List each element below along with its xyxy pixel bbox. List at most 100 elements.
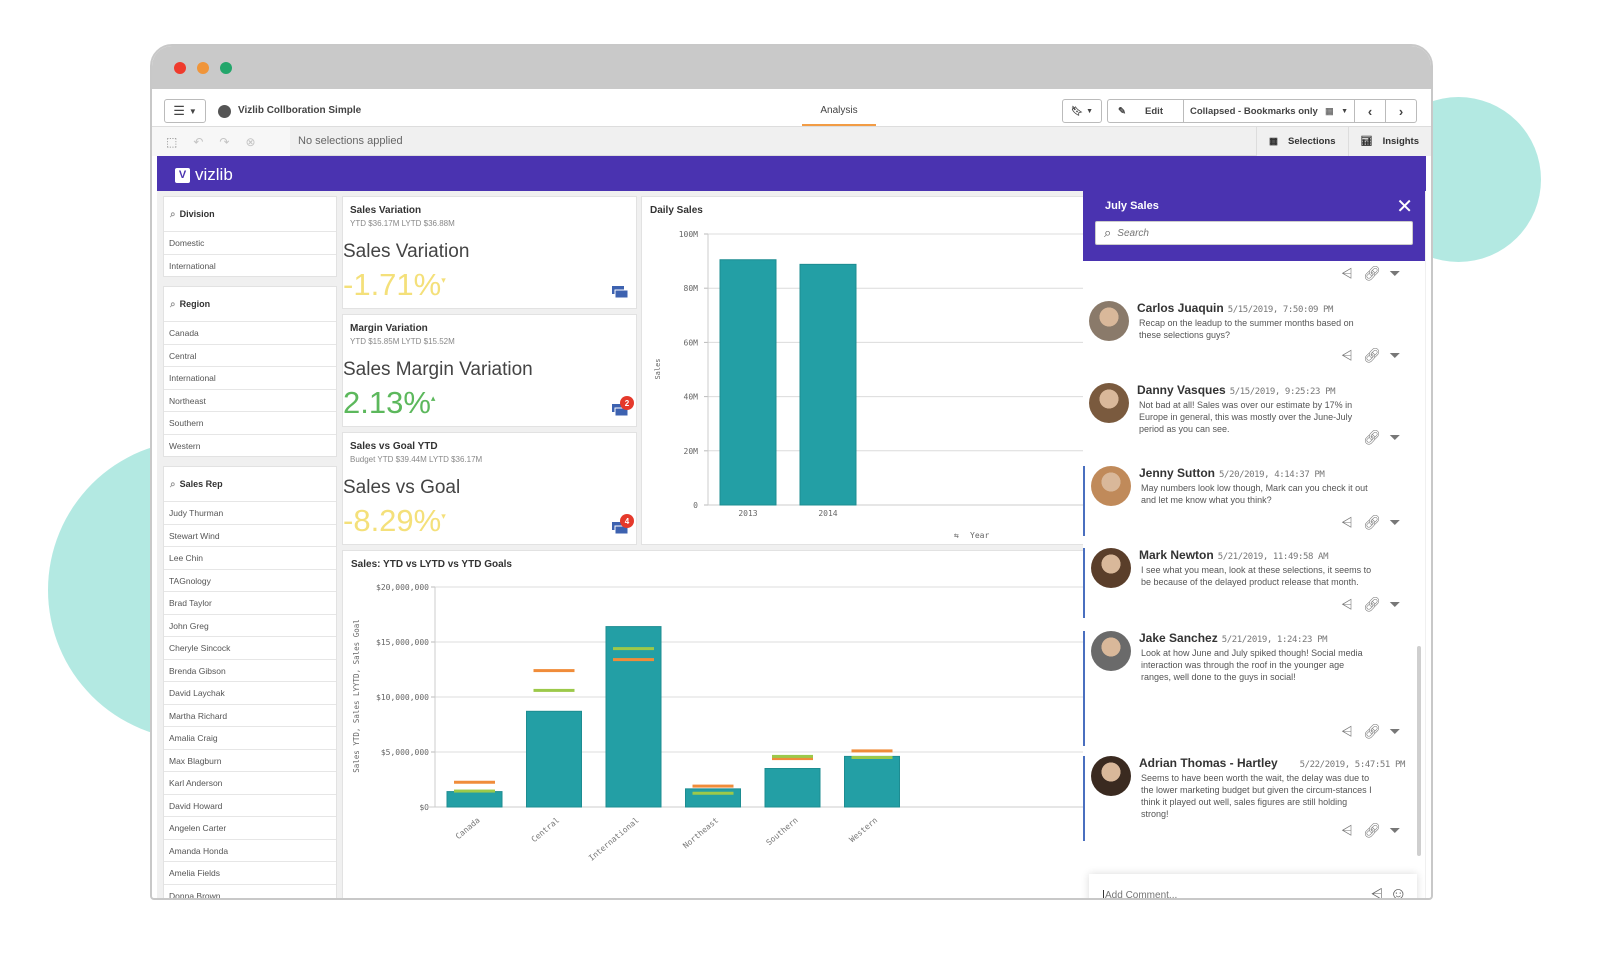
comment-search-input[interactable] [1117, 227, 1368, 239]
filter-item[interactable]: International [164, 366, 336, 389]
share-icon[interactable]: ⩤ [1339, 265, 1355, 282]
tab-analysis[interactable]: Analysis [802, 105, 876, 126]
filter-item[interactable]: Amanda Honda [164, 838, 336, 862]
global-menu-button[interactable]: ☰ ▼ [164, 99, 206, 123]
filter-icon[interactable]: ⏷ [1387, 596, 1403, 613]
next-sheet-button[interactable]: › [1385, 99, 1417, 123]
comment-author: Jenny Sutton 5/20/2019, 4:14:37 PM [1139, 466, 1325, 480]
link-icon[interactable]: 🔗︎ [1363, 514, 1381, 531]
search-icon: ⌕ [170, 478, 176, 490]
insights-button[interactable]: 📊︎ Insights [1347, 127, 1431, 156]
filter-header[interactable]: ⌕ Region [164, 287, 336, 321]
filter-icon[interactable]: ⏷ [1387, 723, 1403, 740]
app-icon [218, 105, 231, 118]
filter-header[interactable]: ⌕ Division [164, 197, 336, 231]
link-icon[interactable]: 🔗︎ [1363, 347, 1381, 364]
comment-icon[interactable] [612, 286, 628, 300]
filter-icon[interactable]: ⏷ [1387, 347, 1403, 364]
filter-item[interactable]: Karl Anderson [164, 771, 336, 794]
comment-text: Recap on the leadup to the summer months… [1139, 318, 1354, 340]
clear-selections-icon[interactable]: ⊗ [245, 135, 255, 149]
marker-sales-goal [851, 756, 893, 759]
filter-item[interactable]: David Howard [164, 793, 336, 817]
filter-item[interactable]: David Laychak [164, 681, 336, 704]
filter-item[interactable]: Amelia Fields [164, 861, 336, 884]
y-tick-label: 0 [693, 501, 698, 510]
filter-sales-rep: ⌕ Sales Rep Judy Thurman Stewart Wind Lee C… [163, 466, 337, 898]
share-icon[interactable]: ⩤ [1371, 886, 1383, 898]
share-icon[interactable]: ⩤ [1339, 514, 1355, 531]
filter-item[interactable]: Western [164, 433, 336, 457]
daily-sales-chart[interactable]: Daily Sales 0 20M 40M 60M 80M 100M 2013 2014 Sal… [641, 196, 1088, 545]
filter-item[interactable]: Domestic [164, 231, 336, 254]
link-icon[interactable]: 🔗︎ [1363, 723, 1381, 740]
link-icon[interactable]: 🔗︎ [1363, 265, 1381, 282]
filter-title: Region [179, 299, 211, 309]
filter-item[interactable]: Southern [164, 411, 336, 434]
bookmark-button[interactable]: 🔖︎ ▼ [1062, 99, 1102, 123]
edit-button[interactable]: ✎ Edit [1107, 99, 1184, 123]
filter-icon[interactable]: ⏷ [1387, 265, 1403, 282]
filter-item[interactable]: John Greg [164, 613, 336, 637]
maximize-window-button[interactable] [220, 62, 232, 74]
filter-item[interactable]: Donna Brown [164, 883, 336, 898]
trend-down-icon: ▾ [441, 511, 446, 521]
filter-item[interactable]: Martha Richard [164, 703, 336, 727]
filter-item[interactable]: Stewart Wind [164, 523, 336, 547]
close-icon[interactable]: ✕ [1396, 194, 1413, 219]
filter-item[interactable]: Amalia Craig [164, 726, 336, 749]
selection-right-buttons: ▦ Selections 📊︎ Insights [1256, 127, 1431, 156]
previous-sheet-button[interactable]: ‹ [1354, 99, 1386, 123]
filter-item[interactable]: Northeast [164, 388, 336, 412]
share-icon[interactable]: ⩤ [1339, 723, 1355, 740]
y-tick-label: 100M [679, 230, 698, 239]
link-icon[interactable]: 🔗︎ [1363, 429, 1381, 446]
kpi-sales-vs-goal[interactable]: Sales vs Goal YTD Budget YTD $39.44M LYT… [342, 432, 637, 545]
filter-item[interactable]: Canada [164, 321, 336, 344]
sales-ytd-chart[interactable]: Sales: YTD vs LYTD vs YTD Goals $0 $5,000… [342, 550, 1087, 898]
avatar [1091, 466, 1131, 506]
minimize-window-button[interactable] [197, 62, 209, 74]
vizlib-logo-text: vizlib [195, 165, 233, 184]
comment-timestamp: 5/21/2019, 11:49:58 AM [1217, 552, 1329, 562]
marker-sales-goal [613, 647, 654, 651]
filter-item[interactable]: Cheryle Sincock [164, 636, 336, 659]
filter-item[interactable]: TAGnology [164, 568, 336, 592]
kpi-label: Sales Margin Variation [343, 359, 533, 380]
filter-item[interactable]: Brenda Gibson [164, 658, 336, 682]
filter-icon[interactable]: ⏷ [1387, 429, 1403, 446]
selections-button[interactable]: ▦ Selections [1256, 127, 1348, 156]
filter-item[interactable]: Brad Taylor [164, 591, 336, 614]
link-icon[interactable]: 🔗︎ [1363, 596, 1381, 613]
kpi-sales-variation[interactable]: Sales Variation YTD $36.17M LYTD $36.88M… [342, 196, 637, 309]
share-icon[interactable]: ⩤ [1339, 347, 1355, 364]
filter-header[interactable]: ⌕ Sales Rep [164, 467, 336, 501]
filter-title: Sales Rep [179, 479, 223, 489]
search-icon: ⌕ [1104, 225, 1112, 240]
smart-search-icon[interactable]: ⬚ [166, 135, 177, 149]
filter-item[interactable]: Judy Thurman [164, 501, 336, 524]
filter-item[interactable]: International [164, 253, 336, 277]
filter-icon[interactable]: ⏷ [1387, 514, 1403, 531]
share-icon[interactable]: ⩤ [1339, 822, 1355, 839]
comments-scrollbar[interactable] [1417, 646, 1421, 856]
link-icon[interactable]: 🔗︎ [1363, 822, 1381, 839]
add-comment-input[interactable] [1103, 889, 1353, 898]
share-icon[interactable]: ⩤ [1339, 596, 1355, 613]
close-window-button[interactable] [174, 62, 186, 74]
filter-item[interactable]: Max Blagburn [164, 748, 336, 772]
kpi-value-text: -1.71% [343, 267, 442, 302]
filter-item[interactable]: Central [164, 343, 336, 367]
kpi-label: Sales vs Goal [343, 477, 461, 498]
comment-actions: ⩤ 🔗︎ ⏷ [1339, 822, 1403, 839]
emoji-icon[interactable]: ☺ [1390, 884, 1407, 898]
step-back-icon[interactable]: ↶ [193, 135, 203, 149]
comment-author-name: Jake Sanchez [1139, 631, 1218, 645]
y-tick-label: $5,000,000 [381, 748, 429, 757]
kpi-margin-variation[interactable]: Margin Variation YTD $15.85M LYTD $15.52… [342, 314, 637, 427]
filter-icon[interactable]: ⏷ [1387, 822, 1403, 839]
bookmark-mode-dropdown[interactable]: Collapsed - Bookmarks only ▦ ▼ [1183, 99, 1355, 123]
step-forward-icon[interactable]: ↷ [219, 135, 229, 149]
filter-item[interactable]: Angelen Carter [164, 816, 336, 839]
filter-item[interactable]: Lee Chin [164, 546, 336, 569]
